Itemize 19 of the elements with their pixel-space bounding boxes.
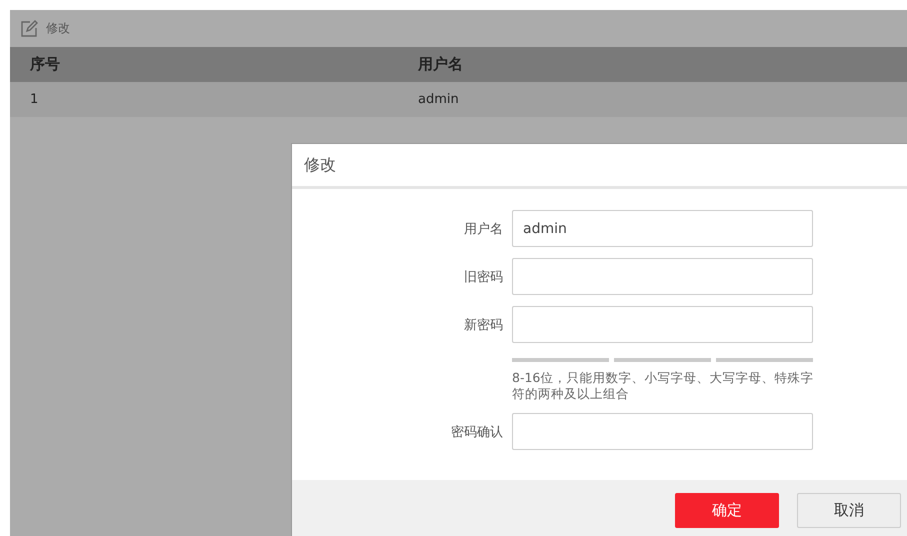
input-field[interactable] [512, 413, 813, 450]
confirm-button[interactable]: 确定 [675, 492, 779, 528]
field-label: 用户名 [463, 220, 504, 238]
field-label: 旧密码 [463, 268, 504, 286]
input-field[interactable] [512, 258, 813, 295]
dialog-title: 修改 [304, 154, 336, 176]
table-cell-text: admin [417, 92, 459, 107]
input-field[interactable] [512, 306, 813, 343]
edit-button[interactable]: 修改 [20, 20, 70, 38]
field-label: 新密码 [463, 316, 504, 334]
table-row[interactable]: 1 admin [10, 82, 907, 117]
cancel-button[interactable]: 取消 [797, 492, 901, 528]
edit-icon [20, 20, 38, 38]
table-cell-text: 1 [29, 92, 40, 107]
column-header: 用户名 [416, 55, 463, 74]
column-header: 序号 [28, 55, 61, 74]
field-label: 密码确认 [450, 424, 504, 440]
input-field[interactable]: admin [512, 210, 813, 247]
password-hint: 8-16位，只能用数字、小写字母、大写字母、特殊字符的两种及以上组合 [512, 370, 814, 402]
